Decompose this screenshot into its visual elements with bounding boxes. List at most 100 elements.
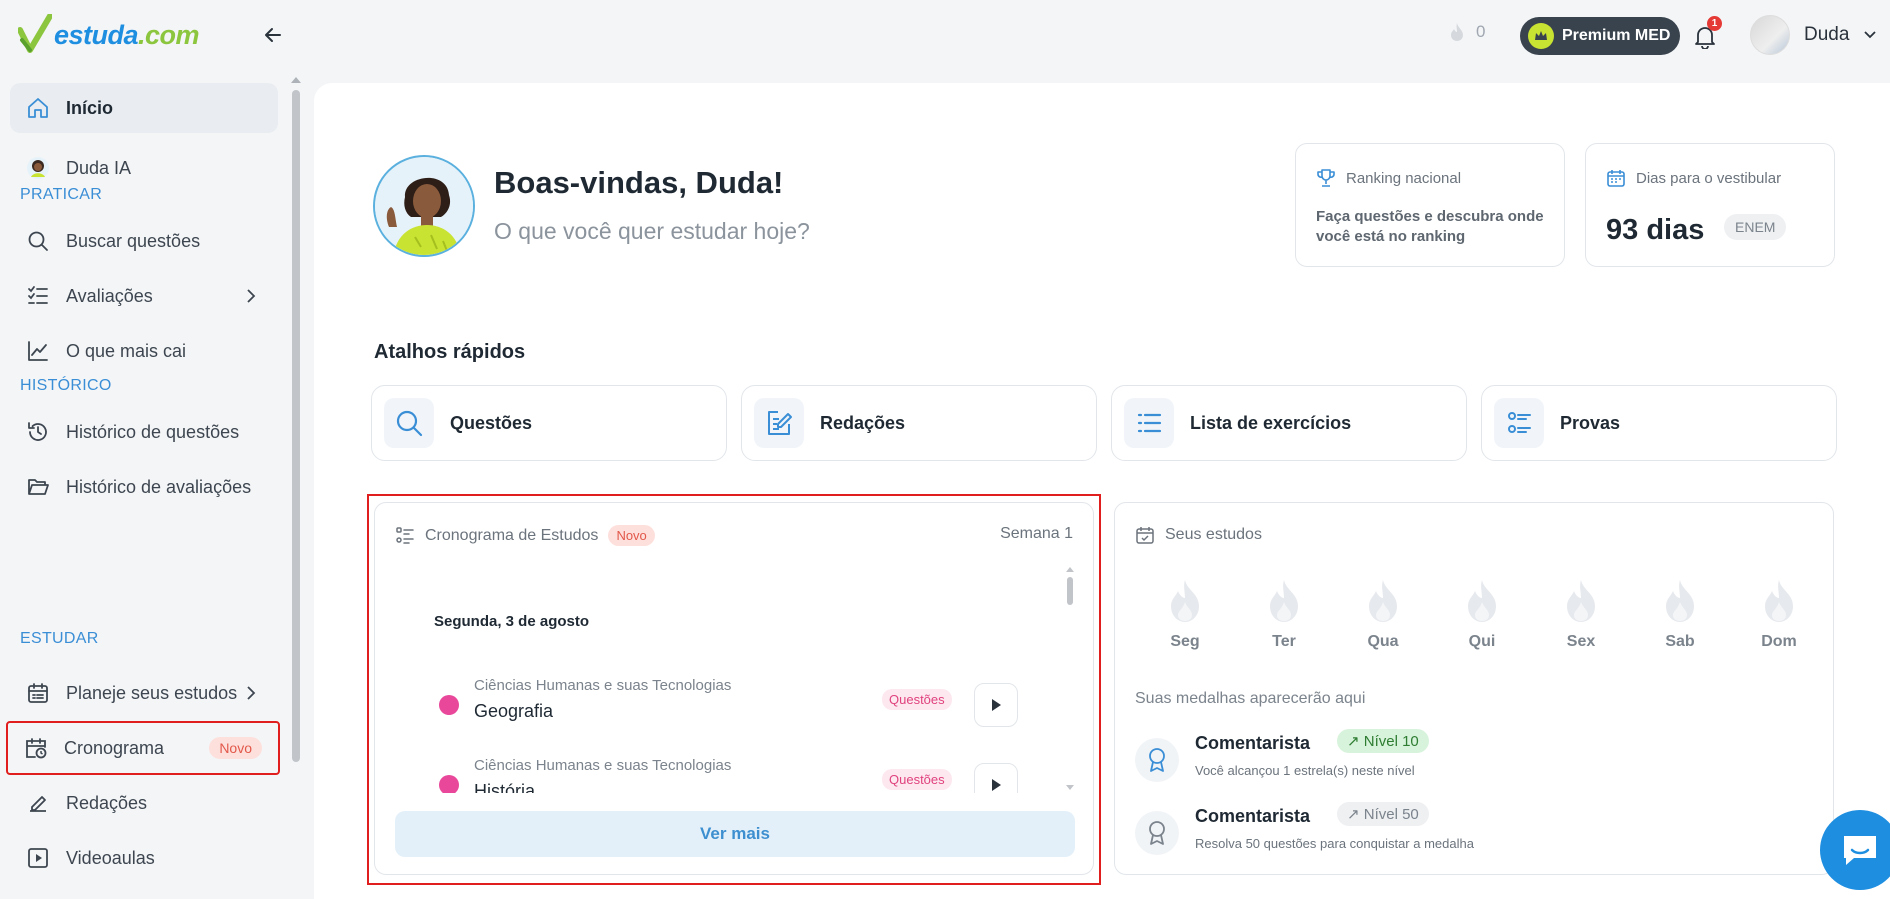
day-label: Sab [1665,633,1695,650]
sidebar-item-historico-questoes[interactable]: Histórico de questões [10,407,278,457]
day-label: Sex [1566,633,1596,650]
medal-description: Resolva 50 questões para conquistar a me… [1195,836,1474,851]
section-praticar: PRATICAR [20,186,103,203]
sidebar-item-redacoes[interactable]: Redações [10,778,278,828]
search-icon [28,231,48,251]
calendar-check-icon [1136,527,1154,544]
flame-icon [1468,580,1496,622]
user-menu[interactable]: Duda [1750,15,1877,55]
chevron-right-icon [247,686,256,700]
sidebar-item-cronograma[interactable]: Cronograma Novo [6,721,280,775]
shortcut-label: Lista de exercícios [1190,412,1352,433]
sidebar-item-buscar-questoes[interactable]: Buscar questões [10,216,278,266]
ver-mais-button[interactable]: Ver mais [395,811,1075,857]
flame-icon [1270,580,1298,622]
list-item: Ciências Humanas e suas Tecnologias Geog… [375,669,1095,739]
sidebar-item-planeje-estudos[interactable]: Planeje seus estudos [10,668,278,718]
flame-icon [1765,580,1793,622]
sidebar-item-o-que-mais-cai[interactable]: O que mais cai [10,326,278,376]
calendar-list-icon [28,683,48,703]
exam-list-icon [1508,412,1531,433]
calendar-clock-icon [26,738,47,759]
flame-icon [1369,580,1397,622]
notification-badge: 1 [1707,16,1722,31]
avatar [1750,15,1790,55]
sidebar-scrollbar[interactable] [292,90,300,762]
medals-title: Suas medalhas aparecerão aqui [1135,690,1366,707]
shortcut-redacoes[interactable]: Redações [741,385,1097,461]
sidebar-item-label: Início [66,97,114,118]
sidebar-item-label: Histórico de avaliações [66,476,252,497]
streak-count: 0 [1476,22,1486,41]
checklist-icon [28,286,48,304]
premium-label: Premium MED [1562,27,1671,44]
subject-name: História [474,781,536,793]
day-seg: Seg [1155,578,1215,651]
collapse-sidebar-button[interactable] [258,20,288,50]
video-play-icon [28,848,48,868]
flame-icon [1171,580,1199,622]
chat-button[interactable] [1820,810,1890,890]
day-label: Seg [1170,633,1200,650]
medal-icon [1149,748,1165,772]
pencil-icon [30,796,46,812]
sidebar-item-videoaulas[interactable]: Videoaulas [10,833,278,883]
play-button[interactable] [974,763,1018,793]
sidebar-item-label: Avaliações [66,285,153,306]
day-ter: Ter [1254,578,1314,651]
premium-badge[interactable]: Premium MED [1520,17,1681,55]
medal-item[interactable]: Comentarista ↗ Nível 10 Você alcançou 1 … [1135,729,1815,793]
play-icon [992,779,1001,791]
day-sab: Sab [1650,578,1710,651]
medal-description: Você alcançou 1 estrela(s) neste nível [1195,763,1415,778]
shortcut-lista-exercicios[interactable]: Lista de exercícios [1111,385,1467,461]
sidebar-item-historico-avaliacoes[interactable]: Histórico de avaliações [10,462,278,512]
sidebar-item-inicio[interactable]: Início [10,83,278,133]
scroll-down-arrow[interactable] [1066,785,1074,790]
shortcut-provas[interactable]: Provas [1481,385,1837,461]
user-name: Duda [1804,24,1850,45]
day-dom: Dom [1749,578,1809,651]
medal-item[interactable]: Comentarista ↗ Nível 50 Resolva 50 quest… [1135,802,1815,866]
streak-counter: 0 [1448,22,1485,42]
new-badge: Novo [209,737,262,759]
sidebar-item-avaliacoes[interactable]: Avaliações [10,271,278,321]
flame-icon [1666,580,1694,622]
shortcut-label: Redações [820,412,906,433]
medal-icon [1149,821,1165,845]
day-qui: Qui [1452,578,1512,651]
sidebar: Início Duda IA PRATICAR Buscar questões … [0,72,300,899]
sidebar-scroll-up[interactable] [291,77,301,83]
scroll-up-arrow[interactable] [1066,567,1074,572]
welcome-subtitle: O que você quer estudar hoje? [494,218,810,244]
play-button[interactable] [974,683,1018,727]
cronograma-scroll-area[interactable]: Segunda, 3 de agosto Ciências Humanas e … [375,563,1095,793]
welcome-title: Boas-vindas, Duda! [494,165,784,200]
logo[interactable]: estuda.com [18,14,200,56]
shortcut-questoes[interactable]: Questões [371,385,727,461]
type-badge: Questões [882,689,952,710]
list-icon [1137,413,1162,433]
cronograma-scrollbar[interactable] [1067,577,1073,605]
sidebar-item-label: O que mais cai [66,340,187,361]
ranking-card[interactable]: Ranking nacional Faça questões e descubr… [1295,143,1565,267]
notifications-button[interactable]: 1 [1690,16,1722,52]
subject-area: Ciências Humanas e suas Tecnologias [474,757,732,774]
play-icon [992,699,1001,711]
medal-title: Comentarista [1195,733,1311,753]
level-badge: ↗ Nível 50 [1337,802,1429,826]
exam-badge: ENEM [1724,214,1787,240]
duda-ia-avatar-icon [27,157,49,179]
countdown-value: 93 dias [1606,214,1705,246]
subject-dot [439,775,459,793]
cronograma-title: Cronograma de Estudos [425,526,599,544]
day-qua: Qua [1353,578,1413,651]
subject-area: Ciências Humanas e suas Tecnologias [474,677,732,694]
trending-chart-icon [28,341,48,361]
day-sex: Sex [1551,578,1611,651]
logo-text: estuda.com [54,19,200,50]
folder-open-icon [28,479,49,495]
estudos-card: Seus estudos Seg Ter Qua Qui Sex Sab Dom… [1114,502,1834,875]
flame-icon [1567,580,1595,622]
home-icon [28,98,48,118]
